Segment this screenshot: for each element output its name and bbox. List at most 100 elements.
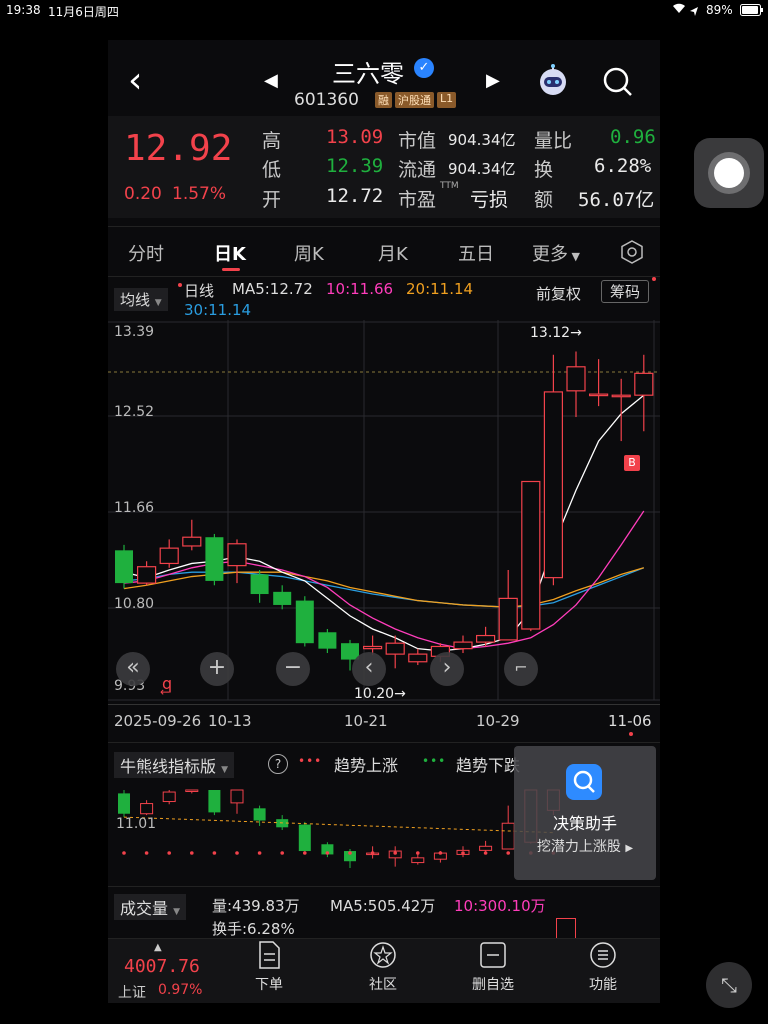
ma5-label: MA5:12.72 [232,280,313,298]
price-level-1: 13.39 [114,324,155,340]
index-pct: 0.97% [158,982,203,998]
trend-dot [144,851,149,855]
candle-body [159,547,179,565]
scroll-left-icon[interactable]: ‹ [352,652,386,686]
nav-remove-label: 删自选 [472,977,514,993]
candle-body [543,391,563,579]
turnover-value: 6.28% [594,155,652,177]
active-tab-indicator [222,268,240,271]
candle-body [408,653,428,663]
open-value: 12.72 [326,185,384,207]
prev-icon[interactable]: ◀ [264,70,278,91]
indicator-candle [208,790,221,813]
low-label: 低 [262,159,282,181]
bull-bear-line [123,816,554,834]
ma-select-label: 均线 [120,291,151,309]
trend-up-label: 趋势上涨 [334,756,399,775]
settings-icon[interactable] [620,240,644,268]
amount-value: 56.07亿 [578,189,655,211]
fuquan-button[interactable]: 前复权 [536,283,581,304]
battery-icon [740,4,764,19]
ma30-label: 30:11.14 [184,301,252,319]
decision-assistant-card[interactable]: 决策助手 挖潜力上涨股 ▶ [514,746,656,880]
indicator-candle [501,822,515,850]
robot-icon[interactable] [536,64,570,102]
volume-select-label: 成交量 [120,899,169,918]
date-label-2: 10-13 [208,712,252,730]
nav-order[interactable]: 下单 [224,940,314,994]
nav-remove-watchlist[interactable]: 删自选 [448,940,538,994]
volume-select[interactable]: 成交量 ▼ [114,894,187,920]
status-time: 19:38 [6,3,41,17]
indicator-select[interactable]: 牛熊线指标版 ▼ [114,752,235,778]
collapse-icon[interactable]: ⤡ [706,962,752,1008]
ma-select[interactable]: 均线 ▼ [114,288,168,311]
zoom-out-icon[interactable]: − [276,652,310,686]
ma20-line [123,567,644,608]
next-icon[interactable]: ▶ [486,70,500,91]
chip-button[interactable]: 筹码 [601,280,650,303]
float-value: 904.34亿 [448,160,516,178]
trend-dot [190,851,194,855]
price-level-2: 12.52 [114,404,155,420]
arrow-right-icon: ▶ [625,843,634,854]
volratio-label: 量比 [534,130,573,152]
candle-body [273,591,292,605]
caret-up-icon: ▲ [154,942,162,953]
status-bar: 19:38 11月6日周四 89% [0,0,768,20]
tab-five-day[interactable]: 五日 [458,240,494,266]
zoom-in-icon[interactable]: + [200,652,234,686]
candle-body [611,394,631,398]
trend-dot [438,851,443,855]
trend-down-legend-icon: ••• [422,754,447,768]
remove-icon [480,942,506,968]
trend-dot [483,851,488,855]
caret-down-icon: ▼ [221,765,229,775]
indicator-candle [118,793,130,814]
candle-body [115,550,133,584]
fullscreen-icon[interactable]: ⌐ [504,652,538,686]
scroll-right-icon[interactable]: › [430,652,464,686]
indicator-candle [411,857,425,864]
ma30-line [123,567,645,608]
tab-monthly-k[interactable]: 月K [378,240,408,266]
nav-community[interactable]: 社区 [338,940,428,994]
verified-icon: ✓ [414,58,434,78]
indicator-candle [162,791,176,803]
nav-community-label: 社区 [369,977,397,993]
trend-dot [212,851,217,855]
pe-label: 市盈 [398,189,437,211]
search-icon[interactable] [602,66,634,102]
index-value[interactable]: 4007.76 [124,956,200,977]
price-change: 0.20 [124,184,162,204]
tab-weekly-k[interactable]: 周K [294,240,324,266]
float-label: 流通 [398,159,437,181]
candle-body [521,480,541,630]
indicator-candle [230,789,244,804]
volume-value: 量:439.83万 [212,897,300,915]
zoom-out-far-icon[interactable]: « [116,652,150,686]
date-label-1: 2025-09-26 [114,712,202,730]
candle-body [476,634,496,643]
nav-functions[interactable]: 功能 [558,940,648,994]
trend-dot [280,851,284,855]
candle-body [250,574,269,595]
assistive-touch-button[interactable] [694,138,764,208]
date-label-4: 10-29 [476,712,520,730]
tab-daily-k[interactable]: 日K [214,240,246,266]
back-icon[interactable]: ‹ [128,63,142,99]
trend-dot [167,851,171,855]
tab-more[interactable]: 更多 ▼ [532,240,580,266]
buy-signal-badge[interactable]: B [624,455,640,471]
last-price: 12.92 [124,128,233,169]
help-icon[interactable]: ? [268,754,288,774]
dot-indicator [629,732,633,736]
tab-intraday[interactable]: 分时 [128,240,164,266]
candle-body [385,642,405,655]
caret-down-icon: ▼ [154,298,162,308]
date-label-3: 10-21 [344,712,388,730]
caret-down-icon: ▼ [173,907,181,917]
candlestick-chart[interactable] [108,320,660,702]
high-label: 高 [262,130,282,152]
trend-dot [370,851,375,855]
